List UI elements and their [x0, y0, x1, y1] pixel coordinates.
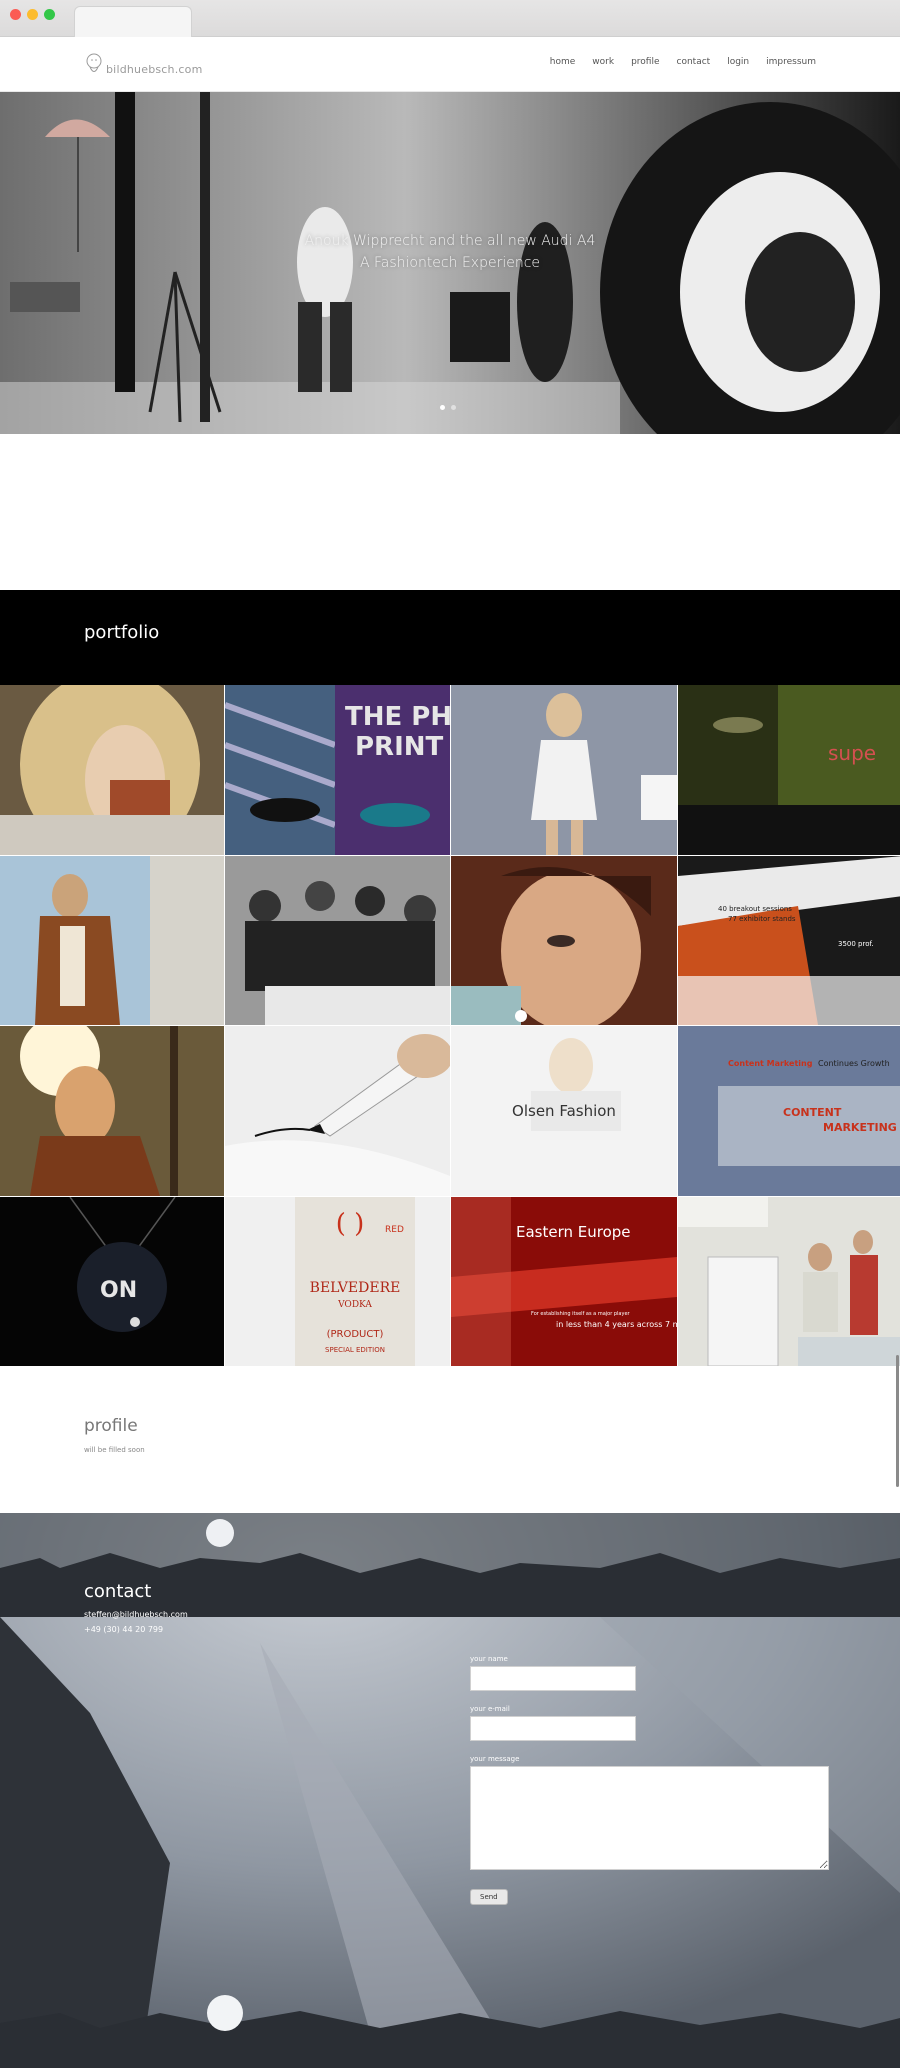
tile-image: Eastern Europe For establishing itself a… — [451, 1197, 677, 1366]
svg-text:PRINT: PRINT — [355, 732, 444, 762]
tile-image: ON — [0, 1197, 224, 1366]
tile-text: MARKETING — [823, 1121, 897, 1134]
name-label: your name — [470, 1655, 508, 1663]
tile-image: supe — [678, 685, 900, 855]
message-field[interactable] — [470, 1766, 829, 1870]
nav-contact[interactable]: contact — [677, 57, 711, 67]
send-button[interactable]: Send — [470, 1889, 508, 1905]
portfolio-tile-pen-writing[interactable] — [225, 1026, 450, 1196]
browser-tab[interactable] — [74, 6, 192, 37]
portfolio-tile-breakout-sessions[interactable]: 40 breakout sessions 77 exhibitor stands… — [678, 856, 900, 1025]
contact-title: contact — [84, 1581, 152, 1602]
portfolio-grid: THE PH PRINT supe 40 breakout sessions 7… — [0, 685, 900, 1366]
tile-text: SPECIAL EDITION — [325, 1346, 385, 1354]
tile-text: VODKA — [337, 1300, 372, 1310]
contact-form: your name your e-mail your message Send — [470, 1655, 830, 1905]
portfolio-tile-model-dress[interactable] — [451, 685, 677, 855]
nav-profile[interactable]: profile — [631, 57, 659, 67]
tile-hover-overlay: Olsen Fashion — [451, 1026, 677, 1196]
tile-text: 40 breakout sessions — [718, 905, 792, 913]
tile-text: For establishing itself as a major playe… — [531, 1311, 631, 1317]
tile-text: Continues Growth — [818, 1059, 890, 1068]
portfolio-tile-eastern-europe[interactable]: Eastern Europe For establishing itself a… — [451, 1197, 677, 1366]
close-window-icon[interactable] — [10, 9, 21, 20]
tile-text: RED — [385, 1225, 404, 1235]
profile-title: profile — [84, 1416, 138, 1436]
portfolio-tile-ball[interactable]: ON — [0, 1197, 224, 1366]
email-label: your e-mail — [470, 1705, 510, 1713]
tile-text: ON — [100, 1278, 137, 1303]
portfolio-tile-crowd[interactable] — [225, 856, 450, 1025]
tile-caption: Olsen Fashion — [512, 1102, 616, 1120]
tile-image — [0, 856, 224, 1025]
portfolio-tile-olsen-fashion[interactable]: Olsen Fashion — [451, 1026, 677, 1196]
portfolio-tile-event-hall[interactable]: supe — [678, 685, 900, 855]
tile-image — [451, 685, 677, 855]
main-nav: home work profile contact login impressu… — [533, 57, 816, 67]
tile-text: (PRODUCT) — [327, 1329, 384, 1340]
tile-image — [0, 1026, 224, 1196]
portfolio-title: portfolio — [84, 622, 160, 643]
portfolio-tile-content-marketing[interactable]: Content Marketing Continues Growth CONTE… — [678, 1026, 900, 1196]
site-logo[interactable]: bildhuebsch.com — [84, 51, 203, 79]
slider-dot-1[interactable] — [440, 405, 445, 410]
contact-phone: +49 (30) 44 20 799 — [84, 1625, 164, 1634]
maximize-window-icon[interactable] — [44, 9, 55, 20]
tile-text: 77 exhibitor stands — [728, 915, 796, 923]
page-scrollbar[interactable] — [896, 1355, 899, 1487]
tile-image: Content Marketing Continues Growth CONTE… — [678, 1026, 900, 1196]
hero-caption: Anouk Wipprecht and the all new Audi A4 … — [0, 230, 900, 274]
tile-text: in less than 4 years across 7 m — [556, 1320, 677, 1329]
svg-text:supe: supe — [828, 741, 876, 765]
tile-image — [225, 1026, 450, 1196]
browser-chrome — [0, 0, 900, 37]
tile-image: THE PH PRINT — [225, 685, 450, 855]
tile-image — [225, 856, 450, 1025]
hero-slider[interactable]: Anouk Wipprecht and the all new Audi A4 … — [0, 92, 900, 434]
minimize-window-icon[interactable] — [27, 9, 38, 20]
tile-text: Content Marketing — [728, 1059, 813, 1068]
logo-text: bildhuebsch.com — [106, 62, 203, 76]
nav-work[interactable]: work — [592, 57, 614, 67]
portfolio-tile-belvedere[interactable]: ( ) RED BELVEDERE VODKA (PRODUCT) SPECIA… — [225, 1197, 450, 1366]
portfolio-tile-sneakers[interactable]: THE PH PRINT — [225, 685, 450, 855]
nav-home[interactable]: home — [550, 57, 576, 67]
tile-image: ( ) RED BELVEDERE VODKA (PRODUCT) SPECIA… — [225, 1197, 450, 1366]
tile-text: CONTENT — [783, 1106, 842, 1119]
tile-image — [678, 1197, 900, 1366]
portfolio-header: portfolio — [0, 590, 900, 685]
portfolio-tile-blonde-woman[interactable] — [0, 685, 224, 855]
portfolio-tile-kitchen[interactable] — [678, 1197, 900, 1366]
contact-section: contact steffen@bildhuebsch.com +49 (30)… — [0, 1513, 900, 2068]
message-label: your message — [470, 1755, 520, 1763]
tile-image — [451, 856, 677, 1025]
site-header: bildhuebsch.com home work profile contac… — [0, 37, 900, 92]
portfolio-tile-woman-closeup[interactable] — [451, 856, 677, 1025]
slider-pagination — [440, 405, 456, 410]
tile-image: 40 breakout sessions 77 exhibitor stands… — [678, 856, 900, 1025]
name-field[interactable] — [470, 1666, 636, 1691]
svg-text:THE PH: THE PH — [345, 702, 450, 732]
portfolio-tile-leather-jacket[interactable] — [0, 856, 224, 1025]
nav-login[interactable]: login — [727, 57, 749, 67]
tile-text: 3500 prof. — [838, 940, 874, 948]
slider-dot-2[interactable] — [451, 405, 456, 410]
tile-text: BELVEDERE — [310, 1280, 401, 1296]
hero-caption-line1: Anouk Wipprecht and the all new Audi A4 — [304, 233, 596, 249]
hero-caption-line2: A Fashiontech Experience — [359, 255, 541, 271]
tile-image — [0, 685, 224, 855]
logo-face-icon — [84, 52, 104, 78]
profile-text: will be filled soon — [84, 1446, 145, 1454]
portfolio-tile-woman-sunlight[interactable] — [0, 1026, 224, 1196]
contact-email-link[interactable]: steffen@bildhuebsch.com — [84, 1610, 188, 1619]
nav-impressum[interactable]: impressum — [766, 57, 816, 67]
email-field[interactable] — [470, 1716, 636, 1741]
tile-text: Eastern Europe — [516, 1223, 631, 1241]
svg-text:( ): ( ) — [336, 1209, 365, 1239]
